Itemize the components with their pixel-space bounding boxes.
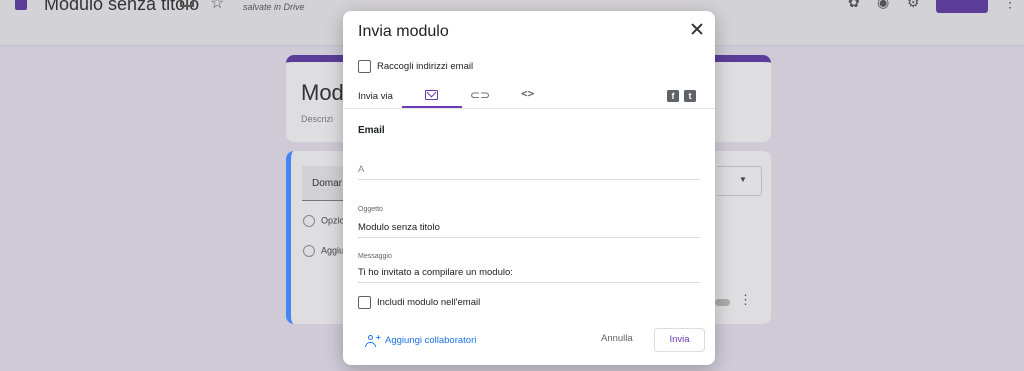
add-person-icon: +	[365, 333, 381, 347]
message-field[interactable]	[358, 267, 700, 283]
facebook-icon[interactable]: f	[667, 90, 679, 102]
dropdown-caret-icon: ▼	[739, 175, 747, 184]
link-icon: ⊂⊃	[470, 88, 491, 102]
mail-icon	[425, 90, 438, 100]
required-toggle[interactable]	[715, 299, 730, 306]
subject-field[interactable]	[358, 222, 700, 238]
doc-title[interactable]: Modulo senza titolo	[44, 0, 199, 15]
message-label: Messaggio	[358, 253, 392, 260]
palette-icon[interactable]: ✿	[848, 0, 860, 11]
preview-eye-icon[interactable]: ◉	[877, 0, 889, 11]
send-button[interactable]: Invia	[654, 328, 705, 352]
add-option-label: Aggiu	[321, 245, 345, 256]
tab-link[interactable]: ⊂⊃	[449, 83, 509, 108]
collect-emails-label: Raccogli indirizzi email	[377, 61, 474, 72]
header-divider	[343, 108, 715, 109]
dialog-title: Invia modulo	[358, 23, 449, 40]
radio-icon	[303, 215, 315, 227]
close-icon[interactable]	[687, 19, 707, 39]
question-more-icon[interactable]: ⋮	[739, 292, 752, 308]
forms-doc-icon	[15, 0, 27, 10]
form-description[interactable]: Descrizi	[301, 114, 333, 124]
settings-gear-icon[interactable]: ⚙	[907, 0, 920, 11]
cancel-button[interactable]: Annulla	[601, 333, 633, 344]
include-form-label: Includi modulo nell'email	[377, 297, 481, 308]
include-form-checkbox[interactable]	[358, 296, 371, 309]
saved-status: salvate in Drive	[243, 2, 305, 12]
star-icon[interactable]: ☆	[210, 0, 224, 13]
tab-embed[interactable]: <>	[501, 83, 561, 108]
collect-emails-checkbox[interactable]	[358, 60, 371, 73]
to-field[interactable]	[358, 164, 700, 180]
option-label: Opzio	[321, 215, 345, 226]
more-vert-icon[interactable]: ⋮	[1003, 0, 1017, 11]
twitter-icon[interactable]: t	[684, 90, 696, 102]
send-form-dialog: Invia modulo Raccogli indirizzi email In…	[343, 11, 715, 365]
radio-icon	[303, 245, 315, 257]
send-via-label: Invia via	[358, 91, 393, 102]
subject-label: Oggetto	[358, 206, 383, 213]
move-to-folder-icon[interactable]	[180, 0, 194, 7]
send-button-bg[interactable]	[936, 0, 988, 13]
add-collaborators-label: Aggiungi collaboratori	[385, 335, 477, 346]
email-section-title: Email	[358, 125, 385, 136]
code-icon: <>	[521, 87, 535, 100]
